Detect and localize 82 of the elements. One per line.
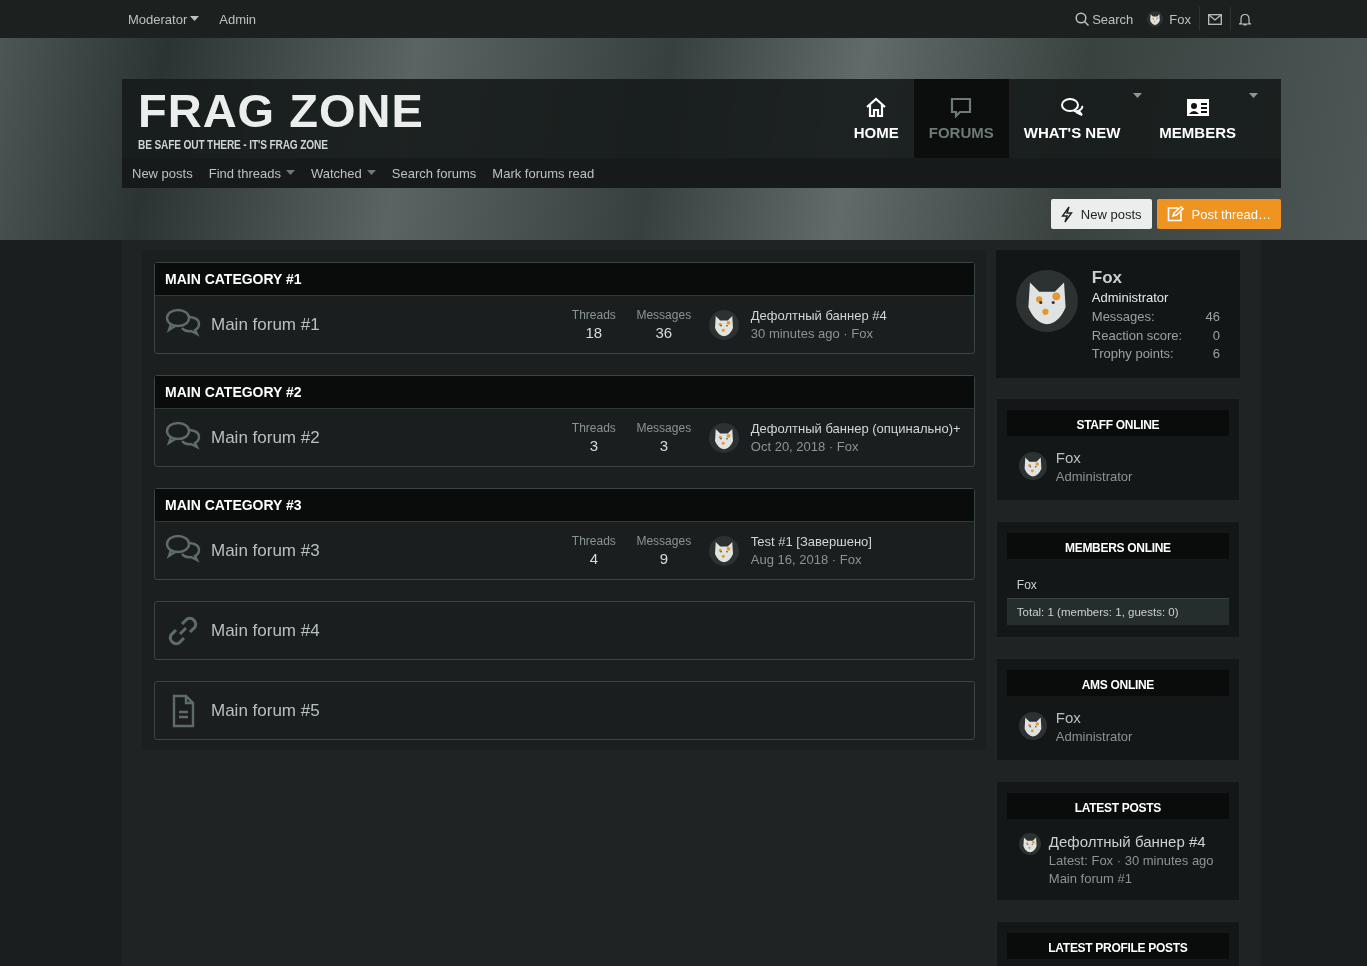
profile-role: Administrator xyxy=(1091,290,1170,305)
last-post-title[interactable]: Дефолтный баннер #4 xyxy=(750,308,887,323)
member-name[interactable]: Fox xyxy=(1055,448,1133,466)
widget-title: LATEST PROFILE POSTS xyxy=(1006,932,1229,959)
last-post-title[interactable]: Дефолтный баннер (опцинально)+ xyxy=(750,421,961,436)
stat-value: 9 xyxy=(659,550,668,567)
stat-value: 6 xyxy=(1212,345,1220,363)
stat-value: 18 xyxy=(585,324,603,341)
member-name[interactable]: Fox xyxy=(1055,708,1133,726)
stat-label: Messages xyxy=(636,421,692,435)
sub-nav-link[interactable]: Search forums xyxy=(391,165,477,181)
sub-nav-link[interactable]: Watched xyxy=(310,165,376,181)
forum-title[interactable]: Main forum #5 xyxy=(211,700,964,721)
search-link[interactable]: Search xyxy=(1075,11,1134,27)
profile-name[interactable]: Fox xyxy=(1091,268,1220,288)
sub-nav-link[interactable]: Find threads xyxy=(208,165,295,181)
post-title[interactable]: Дефолтный баннер #4 xyxy=(1048,832,1214,850)
stat-label: Threads xyxy=(571,421,616,435)
member-role: Administrator xyxy=(1055,728,1133,744)
user-link[interactable]: Fox xyxy=(1147,11,1191,27)
stat-value: 3 xyxy=(659,437,668,454)
edit-icon xyxy=(1166,206,1184,222)
stat-value: 36 xyxy=(655,324,673,341)
top-nav-link[interactable]: Admin xyxy=(219,11,257,27)
sub-nav-link[interactable]: New posts xyxy=(132,165,193,181)
nav-tab[interactable]: MEMBERS xyxy=(1144,79,1260,158)
alerts-link[interactable] xyxy=(1239,12,1251,26)
post-forum-link[interactable]: Main forum #1 xyxy=(1048,870,1214,886)
avatar xyxy=(708,309,739,340)
avatar xyxy=(1147,11,1164,27)
new-posts-button[interactable]: New posts xyxy=(1050,199,1152,229)
nav-tab[interactable]: WHAT'S NEW xyxy=(1008,79,1145,158)
logo-tagline: BE SAFE OUT THERE - IT'S FRAG ZONE xyxy=(138,137,328,152)
forum-title[interactable]: Main forum #1 xyxy=(211,314,559,335)
stat-label: Messages xyxy=(636,534,692,548)
speech-bubble-icon xyxy=(949,96,974,118)
online-total: Total: 1 (members: 1, guests: 0) xyxy=(1006,597,1229,625)
stat-label: Trophy points: xyxy=(1091,345,1174,363)
bell-icon xyxy=(1239,12,1251,26)
last-post-title[interactable]: Test #1 [Завершено] xyxy=(750,534,872,549)
id-card-icon xyxy=(1185,96,1210,118)
widget-title: LATEST POSTS xyxy=(1006,792,1229,819)
member-role: Administrator xyxy=(1055,468,1133,484)
last-post-meta: 30 minutes ago · Fox xyxy=(750,326,874,341)
avatar xyxy=(1018,832,1041,855)
chat-bubbles-icon xyxy=(1060,96,1084,118)
forum-title[interactable]: Main forum #3 xyxy=(211,540,559,561)
avatar xyxy=(1018,452,1047,480)
stat-label: Messages: xyxy=(1091,308,1155,326)
stat-value: 3 xyxy=(589,437,598,454)
widget-title: MEMBERS ONLINE xyxy=(1006,532,1229,559)
stat-label: Threads xyxy=(571,308,616,322)
avatar xyxy=(1018,712,1047,740)
top-nav-link[interactable]: Moderator xyxy=(128,11,200,27)
member-name[interactable]: Fox xyxy=(1016,577,1037,592)
forum-title[interactable]: Main forum #2 xyxy=(211,427,559,448)
stat-value: 0 xyxy=(1212,326,1220,345)
forum-title[interactable]: Main forum #4 xyxy=(211,620,964,641)
stat-label: Reaction score: xyxy=(1091,326,1183,345)
sub-nav-link[interactable]: Mark forums read xyxy=(492,165,595,181)
category-title[interactable]: MAIN CATEGORY #3 xyxy=(155,489,974,522)
stat-label: Messages xyxy=(636,308,692,322)
category-title[interactable]: MAIN CATEGORY #1 xyxy=(155,263,974,296)
last-post-meta: Aug 16, 2018 · Fox xyxy=(750,552,863,567)
search-icon xyxy=(1075,12,1090,26)
post-meta: Latest: Fox · 30 minutes ago xyxy=(1048,852,1214,868)
widget-title: AMS ONLINE xyxy=(1006,669,1229,696)
stat-label: Threads xyxy=(571,534,616,548)
inbox-link[interactable] xyxy=(1208,13,1222,25)
avatar xyxy=(1015,270,1078,332)
category-title[interactable]: MAIN CATEGORY #2 xyxy=(155,376,974,409)
last-post-meta: Oct 20, 2018 · Fox xyxy=(750,439,860,454)
stat-value: 46 xyxy=(1205,308,1220,326)
nav-tab[interactable]: FORUMS xyxy=(913,79,1009,158)
logo-title[interactable]: FRAG ZONE xyxy=(138,89,424,133)
avatar xyxy=(708,422,739,453)
stat-value: 4 xyxy=(589,550,598,567)
widget-title: STAFF ONLINE xyxy=(1006,409,1229,436)
envelope-icon xyxy=(1208,13,1222,25)
lightning-icon xyxy=(1060,205,1073,223)
nav-tab[interactable]: HOME xyxy=(838,79,914,158)
avatar xyxy=(708,535,739,566)
